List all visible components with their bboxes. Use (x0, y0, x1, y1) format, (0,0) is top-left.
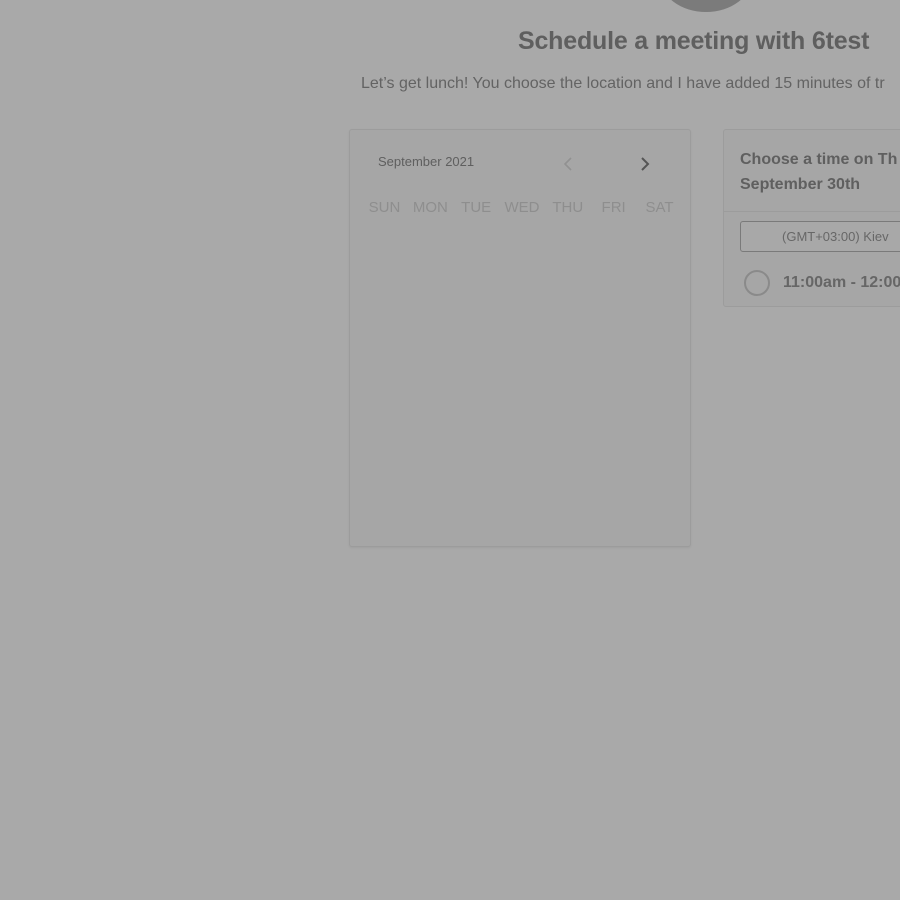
weekday-thu: THU (552, 199, 584, 216)
calendar-card: September 2021 SUN MON TUE WED THU FRI S… (349, 129, 691, 547)
time-picker-heading: Choose a time on Th September 30th (740, 147, 897, 197)
scheduling-page: Schedule a meeting with 6test Let’s get … (0, 0, 900, 900)
weekday-fri: FRI (601, 199, 626, 216)
time-picker-card: Choose a time on Th September 30th (GMT+… (723, 129, 900, 307)
time-slot-option[interactable]: 11:00am - 12:00 (744, 270, 900, 296)
weekday-tue: TUE (461, 199, 492, 216)
weekday-sun: SUN (368, 199, 401, 216)
weekday-header: SUN MON TUE WED THU FRI SAT (362, 199, 682, 216)
chevron-left-icon (563, 156, 573, 172)
time-slot-label: 11:00am - 12:00 (783, 274, 900, 291)
time-slot-radio[interactable] (744, 270, 770, 296)
page-description: Let’s get lunch! You choose the location… (361, 75, 885, 92)
weekday-sat: SAT (645, 199, 674, 216)
month-label: September 2021 (378, 154, 475, 169)
next-month-button[interactable] (633, 152, 657, 176)
page-title: Schedule a meeting with 6test (518, 27, 870, 55)
previous-month-button[interactable] (556, 152, 580, 176)
avatar (660, 0, 752, 12)
time-heading-line1: Choose a time on Th (740, 151, 898, 168)
weekday-mon: MON (412, 199, 448, 216)
weekday-wed: WED (504, 199, 540, 216)
timezone-select[interactable]: (GMT+03:00) Kiev (740, 221, 900, 252)
chevron-right-icon (640, 156, 650, 172)
divider (724, 211, 900, 212)
time-heading-line2: September 30th (740, 176, 861, 193)
